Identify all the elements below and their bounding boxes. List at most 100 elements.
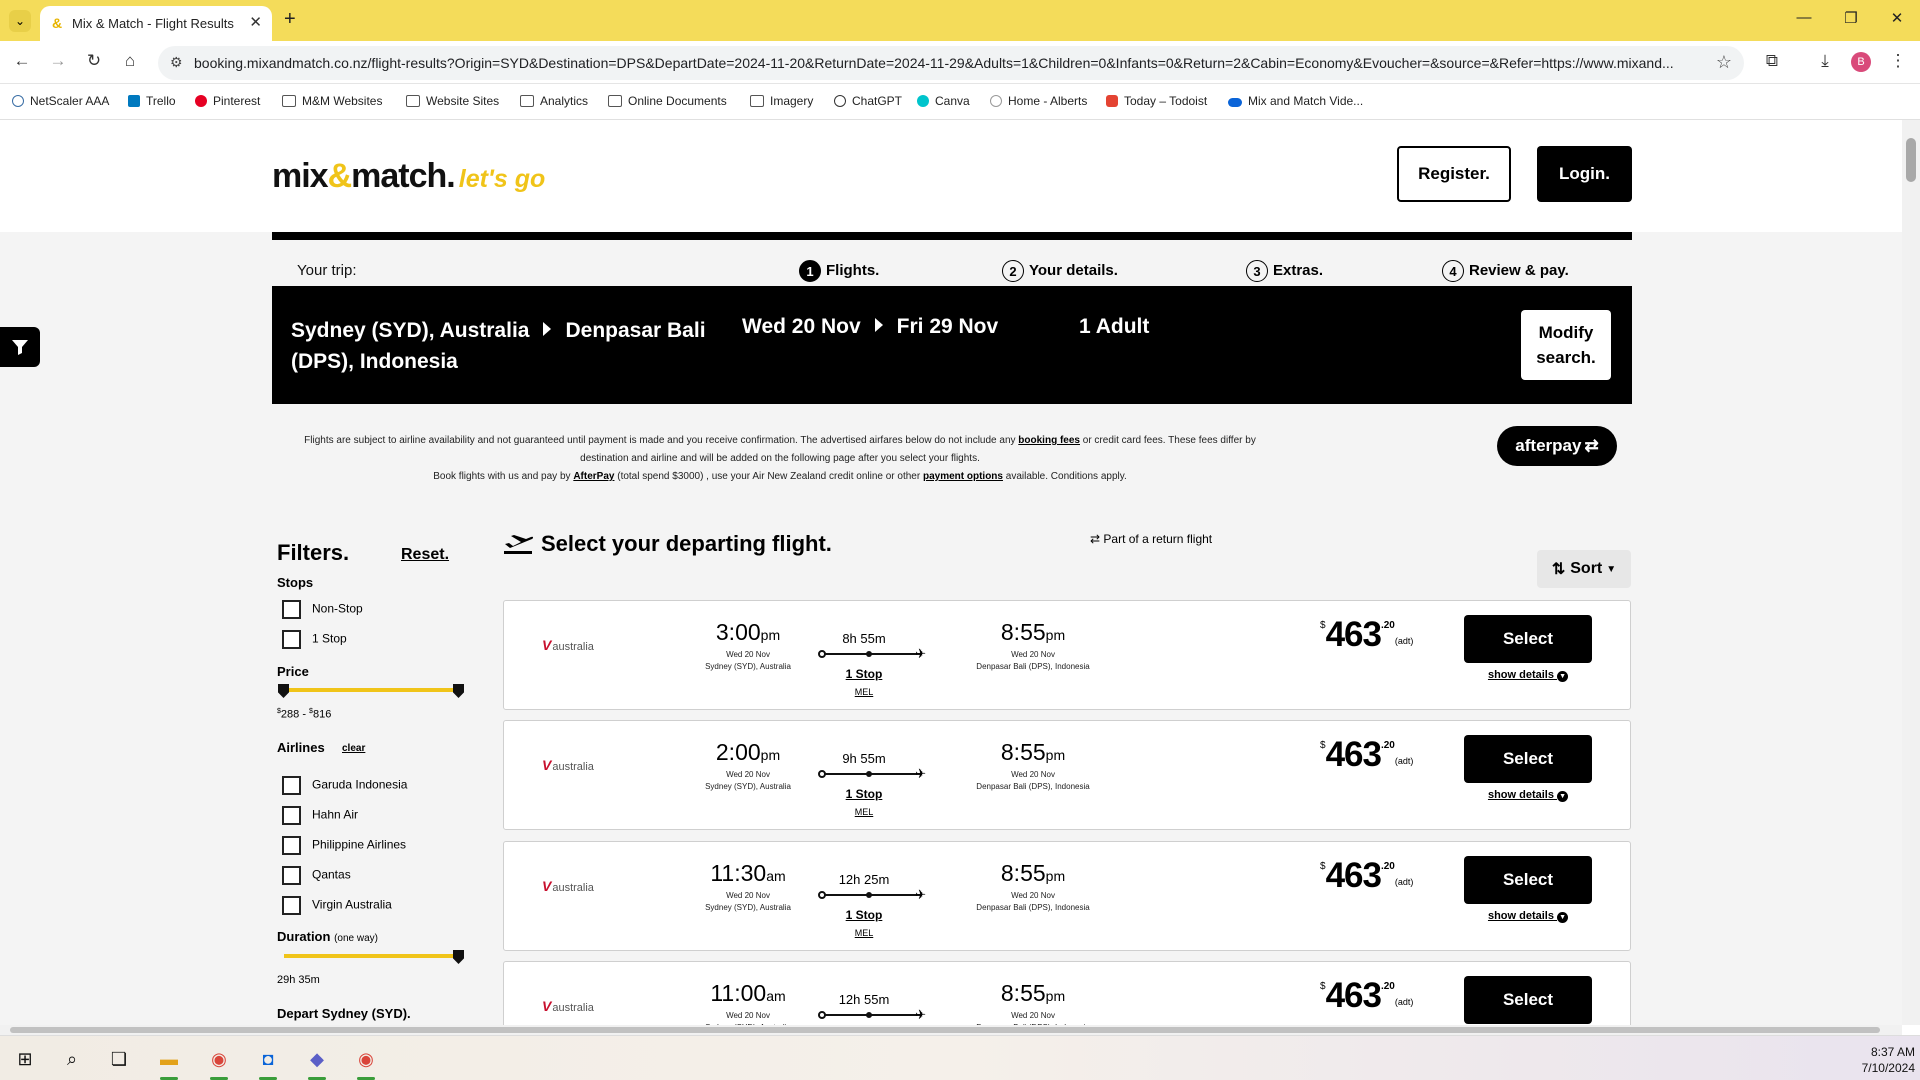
mixandmatch-logo[interactable]: mix&match. let's go [272,157,545,196]
checkbox[interactable] [282,776,301,795]
bookmark-website-sites[interactable]: Website Sites [406,94,499,108]
vertical-scrollbar[interactable] [1902,120,1920,1025]
show-details-link[interactable]: show details ▼ [1464,789,1592,802]
filter-airline-philippine[interactable]: Philippine Airlines [282,836,406,855]
afterpay-link[interactable]: AfterPay [573,471,614,482]
stopover-airport[interactable]: MEL [824,687,904,697]
filter-1-stop[interactable]: 1 Stop [282,630,347,649]
checkbox[interactable] [282,806,301,825]
bookmark-pinterest[interactable]: Pinterest [195,94,260,108]
show-details-link[interactable]: show details ▼ [1464,910,1592,923]
flight-card[interactable]: Vaustralia 2:00pm Wed 20 Nov Sydney (SYD), … [503,720,1631,830]
flight-card[interactable]: Vaustralia 11:30am Wed 20 Nov Sydney (SYD),… [503,841,1631,951]
checkbox[interactable] [282,896,301,915]
outlook-icon[interactable]: ◘ [253,1044,283,1080]
close-tab-icon[interactable]: ✕ [249,13,262,31]
chrome-icon[interactable]: ◉ [204,1044,234,1080]
stopover-airport[interactable]: MEL [824,807,904,817]
duration-slider-handle[interactable] [453,950,464,964]
payment-options-link[interactable]: payment options [923,471,1003,482]
reload-icon[interactable]: ↻ [82,51,106,71]
download-icon[interactable]: ⤓ [1813,51,1837,71]
filter-toggle-button[interactable] [0,327,40,367]
profile-avatar[interactable]: B [1851,52,1871,72]
restore-icon[interactable]: ❐ [1836,9,1866,27]
register-button[interactable]: Register. [1397,146,1511,202]
modify-search-button[interactable]: Modify search. [1521,310,1611,380]
checkbox[interactable] [282,600,301,619]
browser-tab[interactable]: & Mix & Match - Flight Results ✕ [40,6,272,41]
bookmark-mix-and-match-video[interactable]: Mix and Match Vide... [1228,94,1363,108]
chrome-profile-icon[interactable]: ◉ [351,1044,381,1080]
show-details-link[interactable]: show details ▼ [1464,669,1592,682]
extensions-icon[interactable]: ⧉ [1760,51,1784,71]
filter-airline-garuda[interactable]: Garuda Indonesia [282,776,407,795]
select-flight-button[interactable]: Select [1464,976,1592,1024]
bookmark-trello[interactable]: Trello [128,94,176,108]
stopover-airport[interactable]: MEL [824,928,904,938]
select-flight-button[interactable]: Select [1464,735,1592,783]
close-window-icon[interactable]: ✕ [1882,9,1912,27]
flight-card[interactable]: Vaustralia 11:00am Wed 20 NovSydney (SYD),… [503,961,1631,1025]
address-bar[interactable]: ⚙ booking.mixandmatch.co.nz/flight-resul… [158,46,1744,80]
bookmark-chatgpt[interactable]: ChatGPT [834,94,902,108]
stops-link[interactable]: 1 Stop [824,908,904,922]
bookmark-canva[interactable]: Canva [917,94,970,108]
dates-summary: Wed 20 Nov Fri 29 Nov [742,315,998,339]
back-icon[interactable]: ← [10,51,34,71]
horizontal-scroll-thumb[interactable] [10,1027,1880,1033]
filter-airline-hahn[interactable]: Hahn Air [282,806,358,825]
flight-card[interactable]: Vaustralia 3:00pm Wed 20 Nov Sydney (SYD), … [503,600,1631,710]
bookmark-todoist[interactable]: Today – Todoist [1106,94,1207,108]
home-icon[interactable]: ⌂ [118,51,142,71]
booking-fees-link[interactable]: booking fees [1018,435,1080,446]
price-slider-max-handle[interactable] [453,684,464,698]
horizontal-scrollbar[interactable] [0,1025,1902,1035]
filter-non-stop[interactable]: Non-Stop [282,600,363,619]
select-flight-button[interactable]: Select [1464,856,1592,904]
bookmark-home-alberts[interactable]: Home - Alberts [990,94,1087,108]
bookmark-analytics[interactable]: Analytics [520,94,588,108]
url-text[interactable]: booking.mixandmatch.co.nz/flight-results… [194,55,1694,71]
canva-icon [917,95,929,107]
filter-airline-virgin[interactable]: Virgin Australia [282,896,392,915]
duration-slider[interactable] [284,954,459,958]
virgin-icon: V [542,637,552,653]
price-slider[interactable] [284,688,459,692]
price-slider-min-handle[interactable] [278,684,289,698]
vertical-scroll-thumb[interactable] [1906,138,1916,182]
filter-airline-qantas[interactable]: Qantas [282,866,351,885]
step-review-pay: 4 Review & pay. [1442,260,1569,282]
checkbox[interactable] [282,836,301,855]
checkbox[interactable] [282,630,301,649]
caret-right-icon [543,322,552,336]
plane-arrow-icon: ✈ [915,887,926,902]
menu-kebab-icon[interactable]: ⋮ [1886,51,1910,71]
new-tab-icon[interactable]: + [284,8,296,31]
tab-search-icon[interactable]: ⌄ [9,10,31,32]
login-button[interactable]: Login. [1537,146,1632,202]
sort-dropdown[interactable]: ⇅ Sort ▼ [1537,550,1631,588]
bookmark-online-documents[interactable]: Online Documents [608,94,727,108]
bookmark-netscaler[interactable]: NetScaler AAA [12,94,109,108]
bookmark-mm-websites[interactable]: M&M Websites [282,94,382,108]
task-view-icon[interactable]: ❏ [104,1044,134,1074]
system-clock[interactable]: 8:37 AM 7/10/2024 [1845,1044,1915,1076]
bookmark-imagery[interactable]: Imagery [750,94,813,108]
search-icon[interactable]: ⌕ [57,1044,87,1074]
reset-filters-link[interactable]: Reset. [401,546,449,564]
teams-icon[interactable]: ◆ [302,1044,332,1080]
afterpay-arrows-icon: ⇄ [1584,436,1599,455]
forward-icon[interactable]: → [46,51,70,71]
select-flight-button[interactable]: Select [1464,615,1592,663]
clear-airlines-link[interactable]: clear [342,743,365,754]
windows-start-icon[interactable]: ⊞ [10,1044,40,1074]
stops-link[interactable]: 1 Stop [824,787,904,801]
site-info-icon[interactable]: ⚙ [170,54,183,71]
minimize-icon[interactable]: — [1789,9,1819,26]
checkbox[interactable] [282,866,301,885]
file-explorer-icon[interactable]: ▬ [154,1044,184,1080]
afterpay-badge[interactable]: afterpay ⇄ [1497,426,1617,466]
stops-link[interactable]: 1 Stop [824,667,904,681]
bookmark-star-icon[interactable]: ☆ [1716,52,1732,73]
